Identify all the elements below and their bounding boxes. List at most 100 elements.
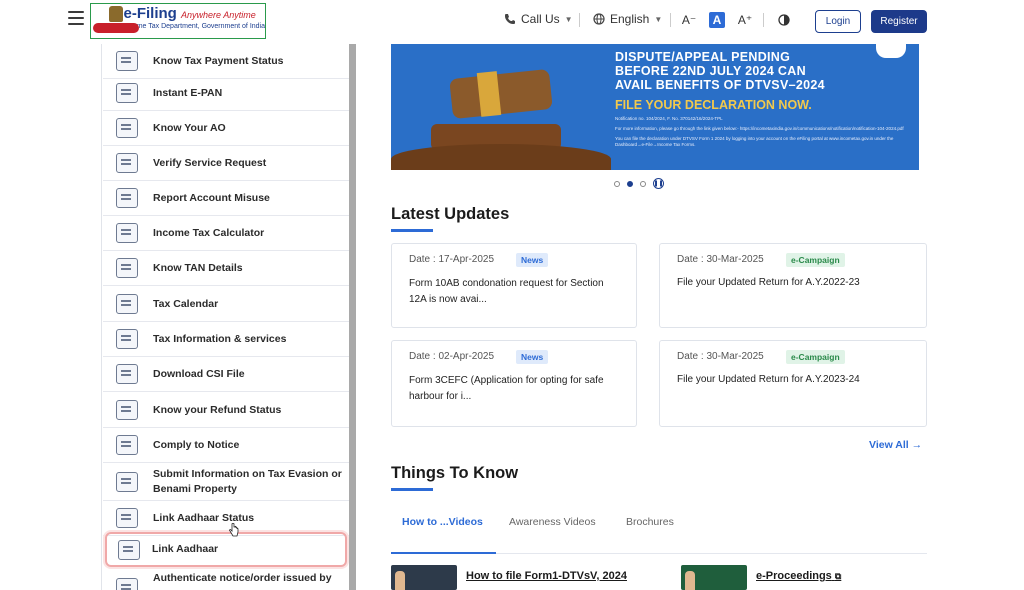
epan-card-icon xyxy=(116,83,138,103)
calendar-icon xyxy=(116,294,138,314)
sidebar-item-comply-to-notice[interactable]: Comply to Notice xyxy=(103,428,351,463)
font-decrease-button[interactable]: A⁻ xyxy=(681,12,697,28)
tax-evasion-icon xyxy=(116,471,138,492)
sidebar-item-label: Instant E-PAN xyxy=(153,86,223,99)
carousel-dot[interactable] xyxy=(640,180,646,187)
sidebar-item-label: Comply to Notice xyxy=(153,438,240,451)
divider xyxy=(763,13,764,27)
efiling-logo[interactable]: e-Filing Anywhere Anytime Income Tax Dep… xyxy=(90,3,266,39)
sidebar-item-label: Tax Calendar xyxy=(153,297,219,310)
banner-cta: FILE YOUR DECLARATION NOW. xyxy=(615,98,812,112)
update-card[interactable]: Date : 17-Apr-2025 News Form 10AB condon… xyxy=(391,243,637,328)
logo-title: e-Filing xyxy=(123,5,177,22)
tab-awareness-videos[interactable]: Awareness Videos xyxy=(509,516,596,528)
update-card[interactable]: Date : 30-Mar-2025 e-Campaign File your … xyxy=(659,340,927,427)
refund-icon xyxy=(116,400,138,420)
divider xyxy=(579,13,580,27)
sidebar-item-download-csi-file[interactable]: Download CSI File xyxy=(103,357,351,392)
tab-how-to-videos[interactable]: How to ...Videos xyxy=(402,516,483,528)
sidebar-item-label: Link Aadhaar xyxy=(152,543,219,555)
card-date: Date : 30-Mar-2025 xyxy=(677,254,764,265)
sidebar-item-know-refund-status[interactable]: Know your Refund Status xyxy=(103,393,351,428)
sidebar-item-income-tax-calculator[interactable]: Income Tax Calculator xyxy=(103,216,351,251)
logo-subtitle: Income Tax Department, Government of Ind… xyxy=(123,23,266,30)
payment-status-icon xyxy=(116,51,138,71)
video-thumbnail[interactable] xyxy=(681,565,747,590)
sidebar-item-tax-calendar[interactable]: Tax Calendar xyxy=(103,287,351,322)
banner-line: DISPUTE/APPEAL PENDING xyxy=(615,50,791,64)
sidebar-item-submit-tax-evasion[interactable]: Submit Information on Tax Evasion or Ben… xyxy=(103,463,351,501)
tab-brochures[interactable]: Brochures xyxy=(626,516,674,528)
sidebar-item-label: Know your Refund Status xyxy=(153,403,282,416)
banner-notification: Notification no. 104/2024, F. No. 370142… xyxy=(615,116,723,121)
external-link-icon: ⧉ xyxy=(834,571,842,581)
sidebar-menu: Know Tax Payment Status Instant E-PAN Kn… xyxy=(101,44,351,590)
register-button[interactable]: Register xyxy=(871,10,927,33)
contrast-icon[interactable] xyxy=(776,12,792,28)
video-link-label: e-Proceedings xyxy=(756,570,832,582)
login-button[interactable]: Login xyxy=(815,10,861,33)
aadhaar-status-icon xyxy=(116,508,138,528)
tan-details-icon xyxy=(116,258,138,278)
carousel-dot[interactable] xyxy=(614,180,620,187)
sidebar-scrollbar[interactable] xyxy=(349,44,356,590)
chevron-down-icon: ▼ xyxy=(564,14,573,24)
carousel-dot-active[interactable] xyxy=(627,180,633,187)
view-all-link[interactable]: View All → xyxy=(869,439,922,451)
font-normal-button[interactable]: A xyxy=(709,12,725,28)
video-thumbnail[interactable] xyxy=(391,565,457,590)
sidebar-item-know-tan-details[interactable]: Know TAN Details xyxy=(103,251,351,286)
report-misuse-icon xyxy=(116,188,138,208)
csi-file-icon xyxy=(116,364,138,384)
card-text: File your Updated Return for A.Y.2022-23 xyxy=(677,277,860,288)
globe-icon xyxy=(593,13,605,25)
sidebar-item-label: Download CSI File xyxy=(153,367,245,380)
campaign-badge: e-Campaign xyxy=(786,350,845,364)
pause-icon[interactable]: ❚❚ xyxy=(653,178,664,189)
section-underline xyxy=(391,488,433,491)
sidebar-item-tax-information-services[interactable]: Tax Information & services xyxy=(103,322,351,357)
sidebar-item-know-your-ao[interactable]: Know Your AO xyxy=(103,111,351,146)
campaign-badge: e-Campaign xyxy=(786,253,845,267)
info-icon xyxy=(116,329,138,349)
sidebar-item-label: Know TAN Details xyxy=(153,261,243,274)
font-increase-button[interactable]: A⁺ xyxy=(737,12,753,28)
top-header: e-Filing Anywhere Anytime Income Tax Dep… xyxy=(0,0,1024,44)
sidebar-item-link-aadhaar[interactable]: Link Aadhaar xyxy=(105,532,347,567)
sidebar-item-label: Know Tax Payment Status xyxy=(153,54,284,67)
view-all-label: View All xyxy=(869,439,909,451)
sidebar-item-link-aadhaar-status[interactable]: Link Aadhaar Status xyxy=(103,501,351,536)
divider xyxy=(670,13,671,27)
call-us-dropdown[interactable]: Call Us ▼ xyxy=(504,12,573,26)
ao-user-icon xyxy=(116,118,138,138)
sidebar-item-label: Report Account Misuse xyxy=(153,191,270,204)
calculator-icon xyxy=(116,223,138,243)
dtvsv-promo-banner[interactable]: DISPUTE/APPEAL PENDING BEFORE 22ND JULY … xyxy=(391,44,919,170)
update-card[interactable]: Date : 30-Mar-2025 e-Campaign File your … xyxy=(659,243,927,328)
active-tab-indicator xyxy=(391,552,496,554)
sidebar-item-authenticate-notice[interactable]: Authenticate notice/order issued by xyxy=(103,570,351,590)
sidebar-item-verify-service-request[interactable]: Verify Service Request xyxy=(103,146,351,181)
language-dropdown[interactable]: English ▼ xyxy=(593,12,662,26)
hamburger-menu-icon[interactable] xyxy=(68,11,84,25)
banner-instructions: You can file the declaration under DTVSV… xyxy=(615,136,894,147)
banner-more-info: For more information, please go through … xyxy=(615,126,904,131)
card-date: Date : 30-Mar-2025 xyxy=(677,351,764,362)
aadhaar-link-icon xyxy=(118,539,140,560)
sidebar-item-label: Income Tax Calculator xyxy=(153,226,265,239)
verify-request-icon xyxy=(116,153,138,173)
video-link[interactable]: How to file Form1-DTVsV, 2024 xyxy=(466,570,627,582)
video-link[interactable]: e-Proceedings ⧉ xyxy=(756,570,841,582)
emblem-logo-icon xyxy=(91,4,139,37)
card-date: Date : 17-Apr-2025 xyxy=(409,254,495,265)
phone-icon xyxy=(505,14,515,24)
card-text: File your Updated Return for A.Y.2023-24 xyxy=(677,374,860,385)
update-card[interactable]: Date : 02-Apr-2025 News Form 3CEFC (Appl… xyxy=(391,340,637,427)
things-to-know-title: Things To Know xyxy=(391,464,519,482)
sidebar-item-instant-epan[interactable]: Instant E-PAN xyxy=(103,76,351,111)
carousel-dots: ❚❚ xyxy=(614,178,664,189)
sidebar-item-report-account-misuse[interactable]: Report Account Misuse xyxy=(103,181,351,216)
sidebar-item-label: Authenticate notice/order issued by xyxy=(153,572,332,584)
sidebar-item-know-tax-payment-status[interactable]: Know Tax Payment Status xyxy=(103,44,351,79)
banner-line: BEFORE 22ND JULY 2024 CAN xyxy=(615,64,806,78)
